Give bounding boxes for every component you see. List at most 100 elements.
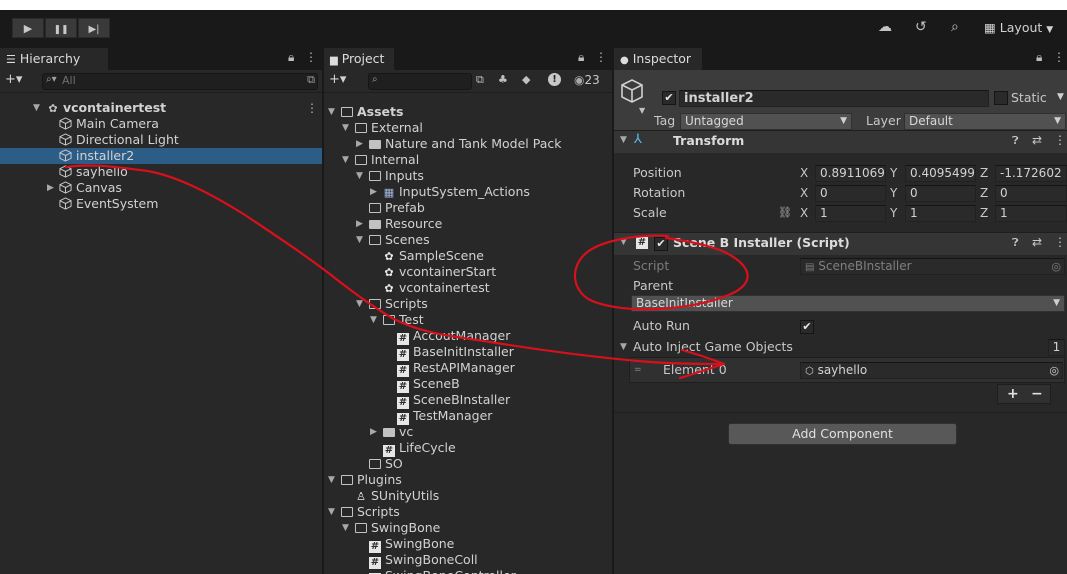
object-name-field[interactable]: installer2: [679, 90, 989, 107]
rotation-y-field[interactable]: 0: [905, 185, 976, 202]
expand-arrow-icon[interactable]: ▼: [328, 504, 335, 520]
expand-arrow-icon[interactable]: ▼: [328, 104, 335, 120]
autorun-checkbox[interactable]: ✔: [800, 320, 814, 334]
label-filter-icon[interactable]: ◆: [522, 73, 530, 86]
help-icon[interactable]: ❓︎: [1012, 134, 1019, 148]
axis-label[interactable]: Y: [890, 184, 897, 202]
rotation-x-field[interactable]: 0: [815, 185, 886, 202]
preset-icon[interactable]: ⇄: [1032, 133, 1042, 147]
axis-label[interactable]: Y: [890, 204, 897, 222]
expand-arrow-icon[interactable]: ▼: [370, 312, 377, 328]
tag-dropdown[interactable]: Untagged ▼: [680, 113, 852, 130]
search-input[interactable]: ⌕▾ All ⧉: [42, 73, 318, 90]
project-tree-item[interactable]: ▼ Scripts: [324, 504, 612, 520]
project-tree-item[interactable]: ▼ External: [324, 120, 612, 136]
hierarchy-item[interactable]: sayhello: [0, 164, 322, 180]
project-tree-item[interactable]: ✿ vcontainertest: [324, 280, 612, 296]
play-button[interactable]: ▶: [12, 18, 44, 38]
foldout-arrow-icon[interactable]: ▼: [620, 135, 627, 145]
project-tree-item[interactable]: ✿ vcontainerStart: [324, 264, 612, 280]
axis-label[interactable]: X: [800, 204, 808, 222]
chevron-down-icon[interactable]: ▼: [639, 106, 645, 115]
hierarchy-item[interactable]: installer2: [0, 148, 322, 164]
more-icon[interactable]: ⋮: [595, 50, 607, 64]
axis-label[interactable]: Z: [980, 164, 988, 182]
project-tree-item[interactable]: ▼ Scenes: [324, 232, 612, 248]
more-icon[interactable]: ⋮: [1054, 133, 1066, 147]
hierarchy-item[interactable]: Main Camera: [0, 116, 322, 132]
help-icon[interactable]: ❓︎: [1012, 236, 1019, 250]
list-size-field[interactable]: 1: [1048, 339, 1065, 356]
project-tree-item[interactable]: ▶ Nature and Tank Model Pack: [324, 136, 612, 152]
tab-hierarchy[interactable]: ☰ Hierarchy: [0, 48, 108, 70]
hierarchy-scene-row[interactable]: ▼ ✿ vcontainertest ⋮: [0, 100, 322, 116]
more-icon[interactable]: ⋮: [305, 50, 317, 64]
expand-arrow-icon[interactable]: ▶: [370, 424, 377, 440]
tab-project[interactable]: ▆ Project: [324, 48, 394, 70]
project-tree-item[interactable]: ♙ SUnityUtils: [324, 488, 612, 504]
pause-button[interactable]: ❚❚: [45, 18, 77, 38]
expand-arrow-icon[interactable]: ▼: [342, 520, 349, 536]
target-icon[interactable]: ◎: [1049, 363, 1059, 378]
filter-icon[interactable]: ⧉: [476, 73, 484, 87]
position-x-field[interactable]: 0.8911069: [815, 165, 886, 182]
preset-icon[interactable]: ⇄: [1032, 235, 1042, 249]
expand-arrow-icon[interactable]: ▼: [356, 232, 363, 248]
expand-arrow-icon[interactable]: ▶: [47, 180, 54, 196]
tab-inspector[interactable]: ● Inspector: [614, 48, 702, 70]
layout-dropdown[interactable]: ▦ Layout ▼: [984, 19, 1053, 37]
project-tree-item[interactable]: # LifeCycle: [324, 440, 612, 457]
project-tree-item[interactable]: # SwingBoneColl: [324, 552, 612, 569]
project-tree-item[interactable]: #SwingBoneController: [324, 568, 612, 574]
lock-icon[interactable]: 🔒︎: [578, 50, 584, 65]
axis-label[interactable]: Z: [980, 184, 988, 202]
project-tree-item[interactable]: ▶ vc: [324, 424, 612, 440]
project-tree-item[interactable]: Prefab: [324, 200, 612, 216]
parent-dropdown[interactable]: BaseInitInstaller ▼: [631, 295, 1065, 312]
project-tree-item[interactable]: ✿ SampleScene: [324, 248, 612, 264]
remove-element-button[interactable]: −: [1031, 386, 1043, 402]
axis-label[interactable]: X: [800, 164, 808, 182]
component-enabled-checkbox[interactable]: ✔: [654, 237, 668, 251]
expand-arrow-icon[interactable]: ▶: [370, 184, 377, 200]
project-tree-item[interactable]: ▼ Scripts: [324, 296, 612, 312]
element-object-field[interactable]: ⬡ sayhello ◎: [800, 362, 1063, 379]
project-root-item[interactable]: ▼ Assets: [324, 104, 612, 120]
add-element-button[interactable]: +: [1007, 386, 1019, 402]
scale-y-field[interactable]: 1: [905, 205, 976, 222]
hierarchy-item[interactable]: Directional Light: [0, 132, 322, 148]
cloud-icon[interactable]: ☁: [878, 19, 892, 35]
more-icon[interactable]: ⋮: [306, 100, 318, 116]
lock-icon[interactable]: 🔒︎: [1036, 50, 1042, 65]
expand-arrow-icon[interactable]: ▼: [33, 100, 40, 116]
project-tree-item[interactable]: # TestManager: [324, 408, 612, 425]
axis-label[interactable]: X: [800, 184, 808, 202]
static-checkbox[interactable]: [994, 91, 1008, 105]
expand-arrow-icon[interactable]: ▼: [342, 152, 349, 168]
step-button[interactable]: ▶|: [78, 18, 110, 38]
expand-arrow-icon[interactable]: ▼: [356, 296, 363, 312]
search-icon[interactable]: ⌕: [951, 19, 959, 35]
add-button[interactable]: +▾: [329, 72, 346, 87]
history-icon[interactable]: ↺: [915, 19, 927, 35]
project-tree-item[interactable]: # BaseInitInstaller: [324, 344, 612, 361]
hierarchy-item[interactable]: EventSystem: [0, 196, 322, 212]
warning-filter-icon[interactable]: !: [548, 73, 561, 86]
project-tree-item[interactable]: SO: [324, 456, 612, 472]
chevron-down-icon[interactable]: ▼: [1057, 92, 1064, 102]
project-tree-item[interactable]: ▼ Internal: [324, 152, 612, 168]
transform-header[interactable]: ▼ ⅄ Transform ❓︎ ⇄ ⋮: [614, 130, 1067, 153]
project-search-input[interactable]: ⌕: [368, 73, 472, 90]
type-filter-icon[interactable]: ♣: [498, 73, 508, 86]
position-y-field[interactable]: 0.4095499: [905, 165, 976, 182]
constrain-proportions-icon[interactable]: ⛓: [778, 206, 792, 219]
expand-arrow-icon[interactable]: ▼: [342, 120, 349, 136]
add-component-button[interactable]: Add Component: [728, 423, 957, 445]
auto-inject-label[interactable]: Auto Inject Game Objects: [633, 338, 793, 356]
project-tree-item[interactable]: ▼ SwingBone: [324, 520, 612, 536]
foldout-arrow-icon[interactable]: ▼: [620, 237, 627, 247]
project-tree-item[interactable]: # SceneB: [324, 376, 612, 393]
layer-dropdown[interactable]: Default ▼: [904, 113, 1066, 130]
axis-label[interactable]: Y: [890, 164, 897, 182]
drag-handle-icon[interactable]: =: [634, 365, 642, 375]
